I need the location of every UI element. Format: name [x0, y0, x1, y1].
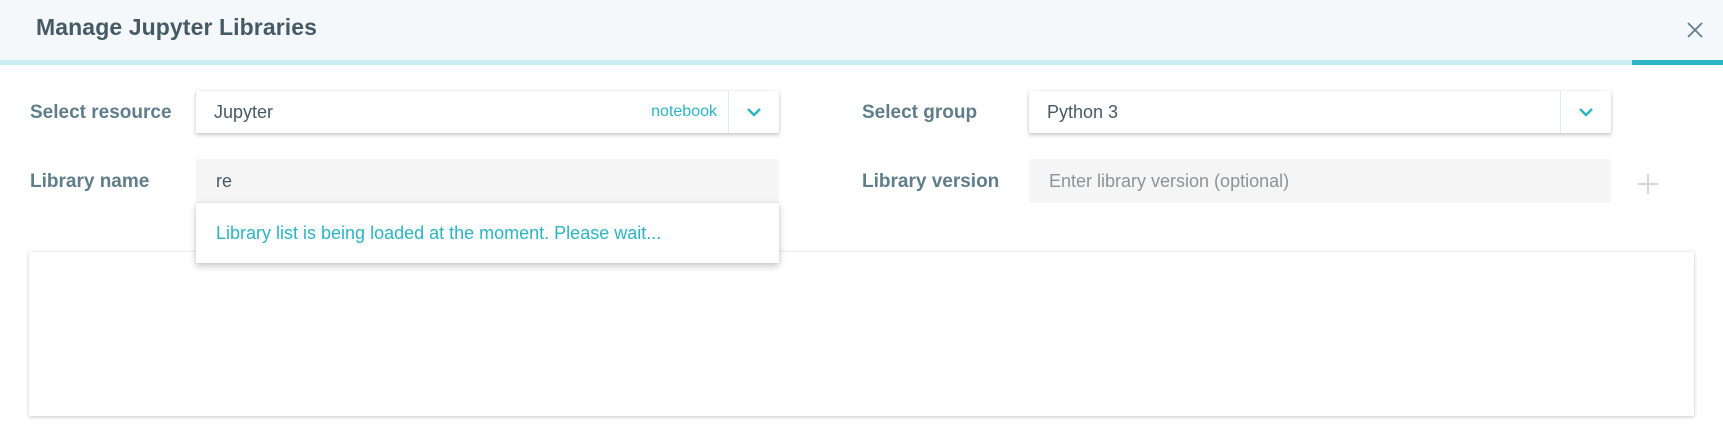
- dialog-header: Manage Jupyter Libraries: [0, 0, 1723, 60]
- dialog-title: Manage Jupyter Libraries: [36, 14, 318, 40]
- chevron-down-icon: [1579, 108, 1593, 117]
- select-group-label: Select group: [862, 102, 978, 123]
- plus-icon: [1638, 174, 1658, 194]
- chevron-down-icon: [747, 108, 761, 117]
- select-group-dropdown[interactable]: Python 3: [1029, 91, 1611, 133]
- close-button[interactable]: [1685, 20, 1705, 40]
- selected-group-value: Python 3: [1047, 102, 1119, 122]
- resource-type-tag: notebook: [651, 103, 717, 120]
- selected-libraries-panel: [29, 252, 1694, 416]
- close-icon: [1687, 22, 1703, 38]
- select-group-toggle[interactable]: [1560, 91, 1611, 133]
- header-accent-bar: [1632, 60, 1723, 65]
- header-divider: [0, 60, 1723, 65]
- add-library-button[interactable]: [1634, 170, 1662, 198]
- manage-libraries-dialog: Manage Jupyter Libraries Select resource…: [0, 0, 1723, 427]
- library-version-label: Library version: [862, 171, 1000, 192]
- library-name-input[interactable]: [196, 159, 779, 203]
- library-autocomplete-dropdown: Library list is being loaded at the mome…: [196, 203, 779, 263]
- select-resource-toggle[interactable]: [728, 91, 779, 133]
- library-name-label: Library name: [30, 171, 150, 192]
- selected-resource-value: Jupyter: [214, 102, 274, 122]
- select-resource-label: Select resource: [30, 102, 172, 123]
- loading-message: Library list is being loaded at the mome…: [216, 223, 662, 243]
- select-resource-dropdown[interactable]: Jupyter notebook: [196, 91, 779, 133]
- library-version-input[interactable]: [1029, 159, 1611, 203]
